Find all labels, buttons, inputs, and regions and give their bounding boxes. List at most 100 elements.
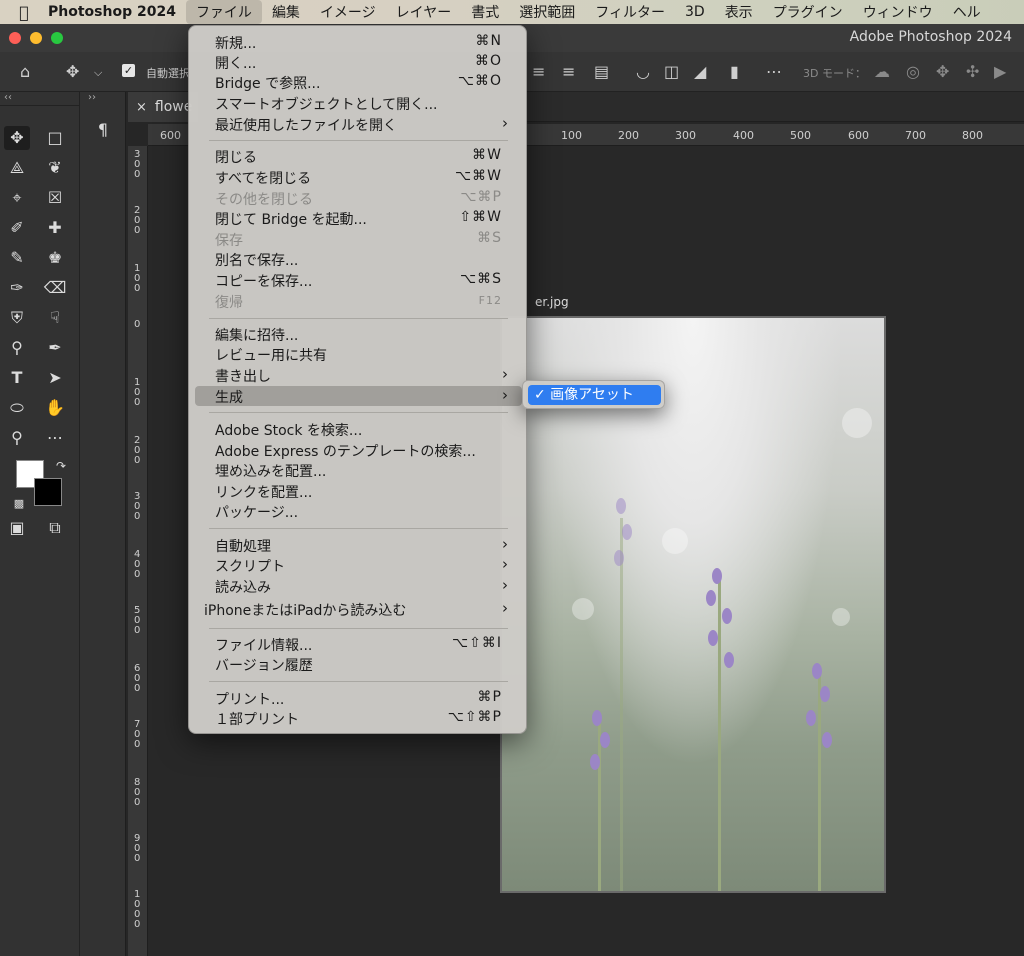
healing-brush-tool-icon[interactable]: ✚ [42, 216, 68, 240]
menu-layer[interactable]: レイヤー [386, 0, 462, 24]
roll-3d-icon[interactable]: ◎ [906, 62, 920, 81]
menu-item-print[interactable]: プリント... ⌘P [195, 688, 522, 708]
hand-tool-icon[interactable]: ✋ [42, 396, 68, 420]
zoom-tool-icon[interactable]: ⚲ [4, 426, 30, 450]
flower-bud [806, 710, 816, 726]
file-menu-dropdown: 新規... ⌘N 開く... ⌘O Bridge で参照... ⌥⌘O スマートオブジ… [188, 25, 527, 734]
align-center-icon[interactable]: ≡ [532, 62, 545, 81]
auto-select-checkbox[interactable]: ✓ [122, 64, 135, 77]
menu-item-export[interactable]: 書き出し › [195, 365, 522, 385]
menu-item-version-history[interactable]: バージョン履歴 [195, 654, 522, 674]
menu-item-import[interactable]: 読み込み › [195, 576, 522, 596]
menu-item-close-all[interactable]: すべてを閉じる ⌥⌘W [195, 167, 522, 187]
quick-mask-icon[interactable]: ▣ [4, 516, 30, 540]
menu-item-automate[interactable]: 自動処理 › [195, 535, 522, 555]
history-brush-tool-icon[interactable]: ✑ [4, 276, 30, 300]
menu-item-scripts[interactable]: スクリプト › [195, 555, 522, 575]
menu-item-browse-bridge[interactable]: Bridge で参照... ⌥⌘O [195, 72, 522, 92]
brush-tool-icon[interactable]: ✎ [4, 246, 30, 270]
menu-help[interactable]: ヘル [943, 0, 991, 24]
eraser-tool-icon[interactable]: ⌫ [42, 276, 68, 300]
menu-type[interactable]: 書式 [461, 0, 509, 24]
home-icon[interactable]: ⌂ [20, 62, 30, 81]
panel-expand-icon[interactable]: ›› [80, 92, 125, 106]
distribute-middle-icon[interactable]: ◫ [664, 62, 679, 81]
paragraph-panel-icon[interactable]: ¶ [90, 118, 116, 142]
video-3d-icon[interactable]: ▶ [994, 62, 1006, 81]
menu-item-image-assets[interactable]: ✓ 画像アセット [528, 385, 661, 405]
menu-item-share-for-review[interactable]: レビュー用に共有 [195, 344, 522, 364]
distribute-spacing-icon[interactable]: ▮ [730, 62, 739, 81]
quick-select-tool-icon[interactable]: ❦ [42, 156, 68, 180]
menu-item-import-from-iphone[interactable]: iPhoneまたはiPadから読み込む › [195, 599, 522, 619]
align-bottom-icon[interactable]: ▤ [594, 62, 609, 81]
menu-item-open-smart-object[interactable]: スマートオブジェクトとして開く... [195, 93, 522, 113]
move-tool-icon[interactable]: ✥ [66, 62, 79, 81]
menu-item-new[interactable]: 新規... ⌘N [195, 32, 522, 52]
menu-view[interactable]: 表示 [715, 0, 763, 24]
marquee-tool-icon[interactable]: □ [42, 126, 68, 150]
menu-filter[interactable]: フィルター [585, 0, 675, 24]
menu-item-save-copy[interactable]: コピーを保存... ⌥⌘S [195, 270, 522, 290]
pen-tool-icon[interactable]: ✒ [42, 336, 68, 360]
menu-item-file-info[interactable]: ファイル情報... ⌥⇧⌘I [195, 634, 522, 654]
background-color-swatch[interactable] [34, 478, 62, 506]
distribute-bottom-icon[interactable]: ◢ [694, 62, 706, 81]
flower-bud [820, 686, 830, 702]
menu-item-place-embedded[interactable]: 埋め込みを配置... [195, 460, 522, 480]
menu-item-open[interactable]: 開く... ⌘O [195, 52, 522, 72]
menu-item-search-express-templates[interactable]: Adobe Express のテンプレートの検索... [195, 440, 522, 460]
menu-window[interactable]: ウィンドウ [853, 0, 943, 24]
orbit-3d-icon[interactable]: ☁ [874, 62, 890, 81]
menu-item-save-as[interactable]: 別名で保存... [195, 249, 522, 269]
bokeh-highlight [842, 408, 872, 438]
stamp-tool-icon[interactable]: ♚ [42, 246, 68, 270]
chevron-down-icon[interactable]: ⌵ [94, 66, 102, 80]
menu-item-print-one-copy[interactable]: １部プリント ⌥⇧⌘P [195, 708, 522, 728]
menu-item-invite-to-edit[interactable]: 編集に招待... [195, 324, 522, 344]
apple-icon[interactable]:  [0, 3, 48, 22]
frame-tool-icon[interactable]: ☒ [42, 186, 68, 210]
menu-3d[interactable]: 3D [675, 2, 715, 22]
menu-item-open-recent[interactable]: 最近使用したファイルを開く › [195, 114, 522, 134]
flower-bud [600, 732, 610, 748]
app-menu[interactable]: Photoshop 2024 [48, 4, 176, 20]
crop-tool-icon[interactable]: ⌖ [4, 186, 30, 210]
menu-plugins[interactable]: プラグイン [763, 0, 853, 24]
ellipse-tool-icon[interactable]: ⬭ [4, 396, 30, 420]
close-window-button[interactable] [9, 32, 21, 44]
screen-mode-icon[interactable]: ⧉ [42, 516, 68, 540]
menu-file[interactable]: ファイル [185, 0, 262, 24]
menu-item-close[interactable]: 閉じる ⌘W [195, 146, 522, 166]
menu-item-generate[interactable]: 生成 › [195, 386, 522, 406]
menu-item-place-linked[interactable]: リンクを配置... [195, 481, 522, 501]
dodge-tool-icon[interactable]: ⚲ [4, 336, 30, 360]
menu-item-search-adobe-stock[interactable]: Adobe Stock を検索... [195, 419, 522, 439]
minimize-window-button[interactable] [30, 32, 42, 44]
move-tool-icon[interactable]: ✥ [4, 126, 30, 150]
tools-collapse-icon[interactable]: ‹‹ [0, 92, 79, 106]
swap-colors-icon[interactable]: ↷ [48, 454, 74, 478]
paint-bucket-tool-icon[interactable]: ⛨ [4, 306, 30, 330]
slide-3d-icon[interactable]: ✣ [966, 62, 979, 81]
lasso-tool-icon[interactable]: ⟁ [4, 156, 30, 180]
more-options-icon[interactable]: ⋯ [766, 62, 782, 81]
chevron-right-icon: › [502, 114, 508, 132]
menu-item-close-go-bridge[interactable]: 閉じて Bridge を起動... ⇧⌘W [195, 208, 522, 228]
menu-select[interactable]: 選択範囲 [509, 0, 585, 24]
type-tool-icon[interactable]: T [4, 366, 30, 390]
default-colors-icon[interactable]: ▩ [6, 492, 32, 516]
close-tab-icon[interactable]: × [136, 100, 147, 115]
align-right-icon[interactable]: ≡ [562, 62, 575, 81]
menu-item-package[interactable]: パッケージ... [195, 501, 522, 521]
pan-3d-icon[interactable]: ✥ [936, 62, 949, 81]
menu-image[interactable]: イメージ [310, 0, 386, 24]
vertical-ruler: 300 200 100 0 100 200 300 400 500 600 70… [128, 146, 148, 956]
distribute-top-icon[interactable]: ◡ [636, 62, 650, 81]
smudge-tool-icon[interactable]: ☟ [42, 306, 68, 330]
path-select-tool-icon[interactable]: ➤ [42, 366, 68, 390]
menu-edit[interactable]: 編集 [262, 0, 310, 24]
more-tools-icon[interactable]: ⋯ [42, 426, 68, 450]
eyedropper-tool-icon[interactable]: ✐ [4, 216, 30, 240]
zoom-window-button[interactable] [51, 32, 63, 44]
